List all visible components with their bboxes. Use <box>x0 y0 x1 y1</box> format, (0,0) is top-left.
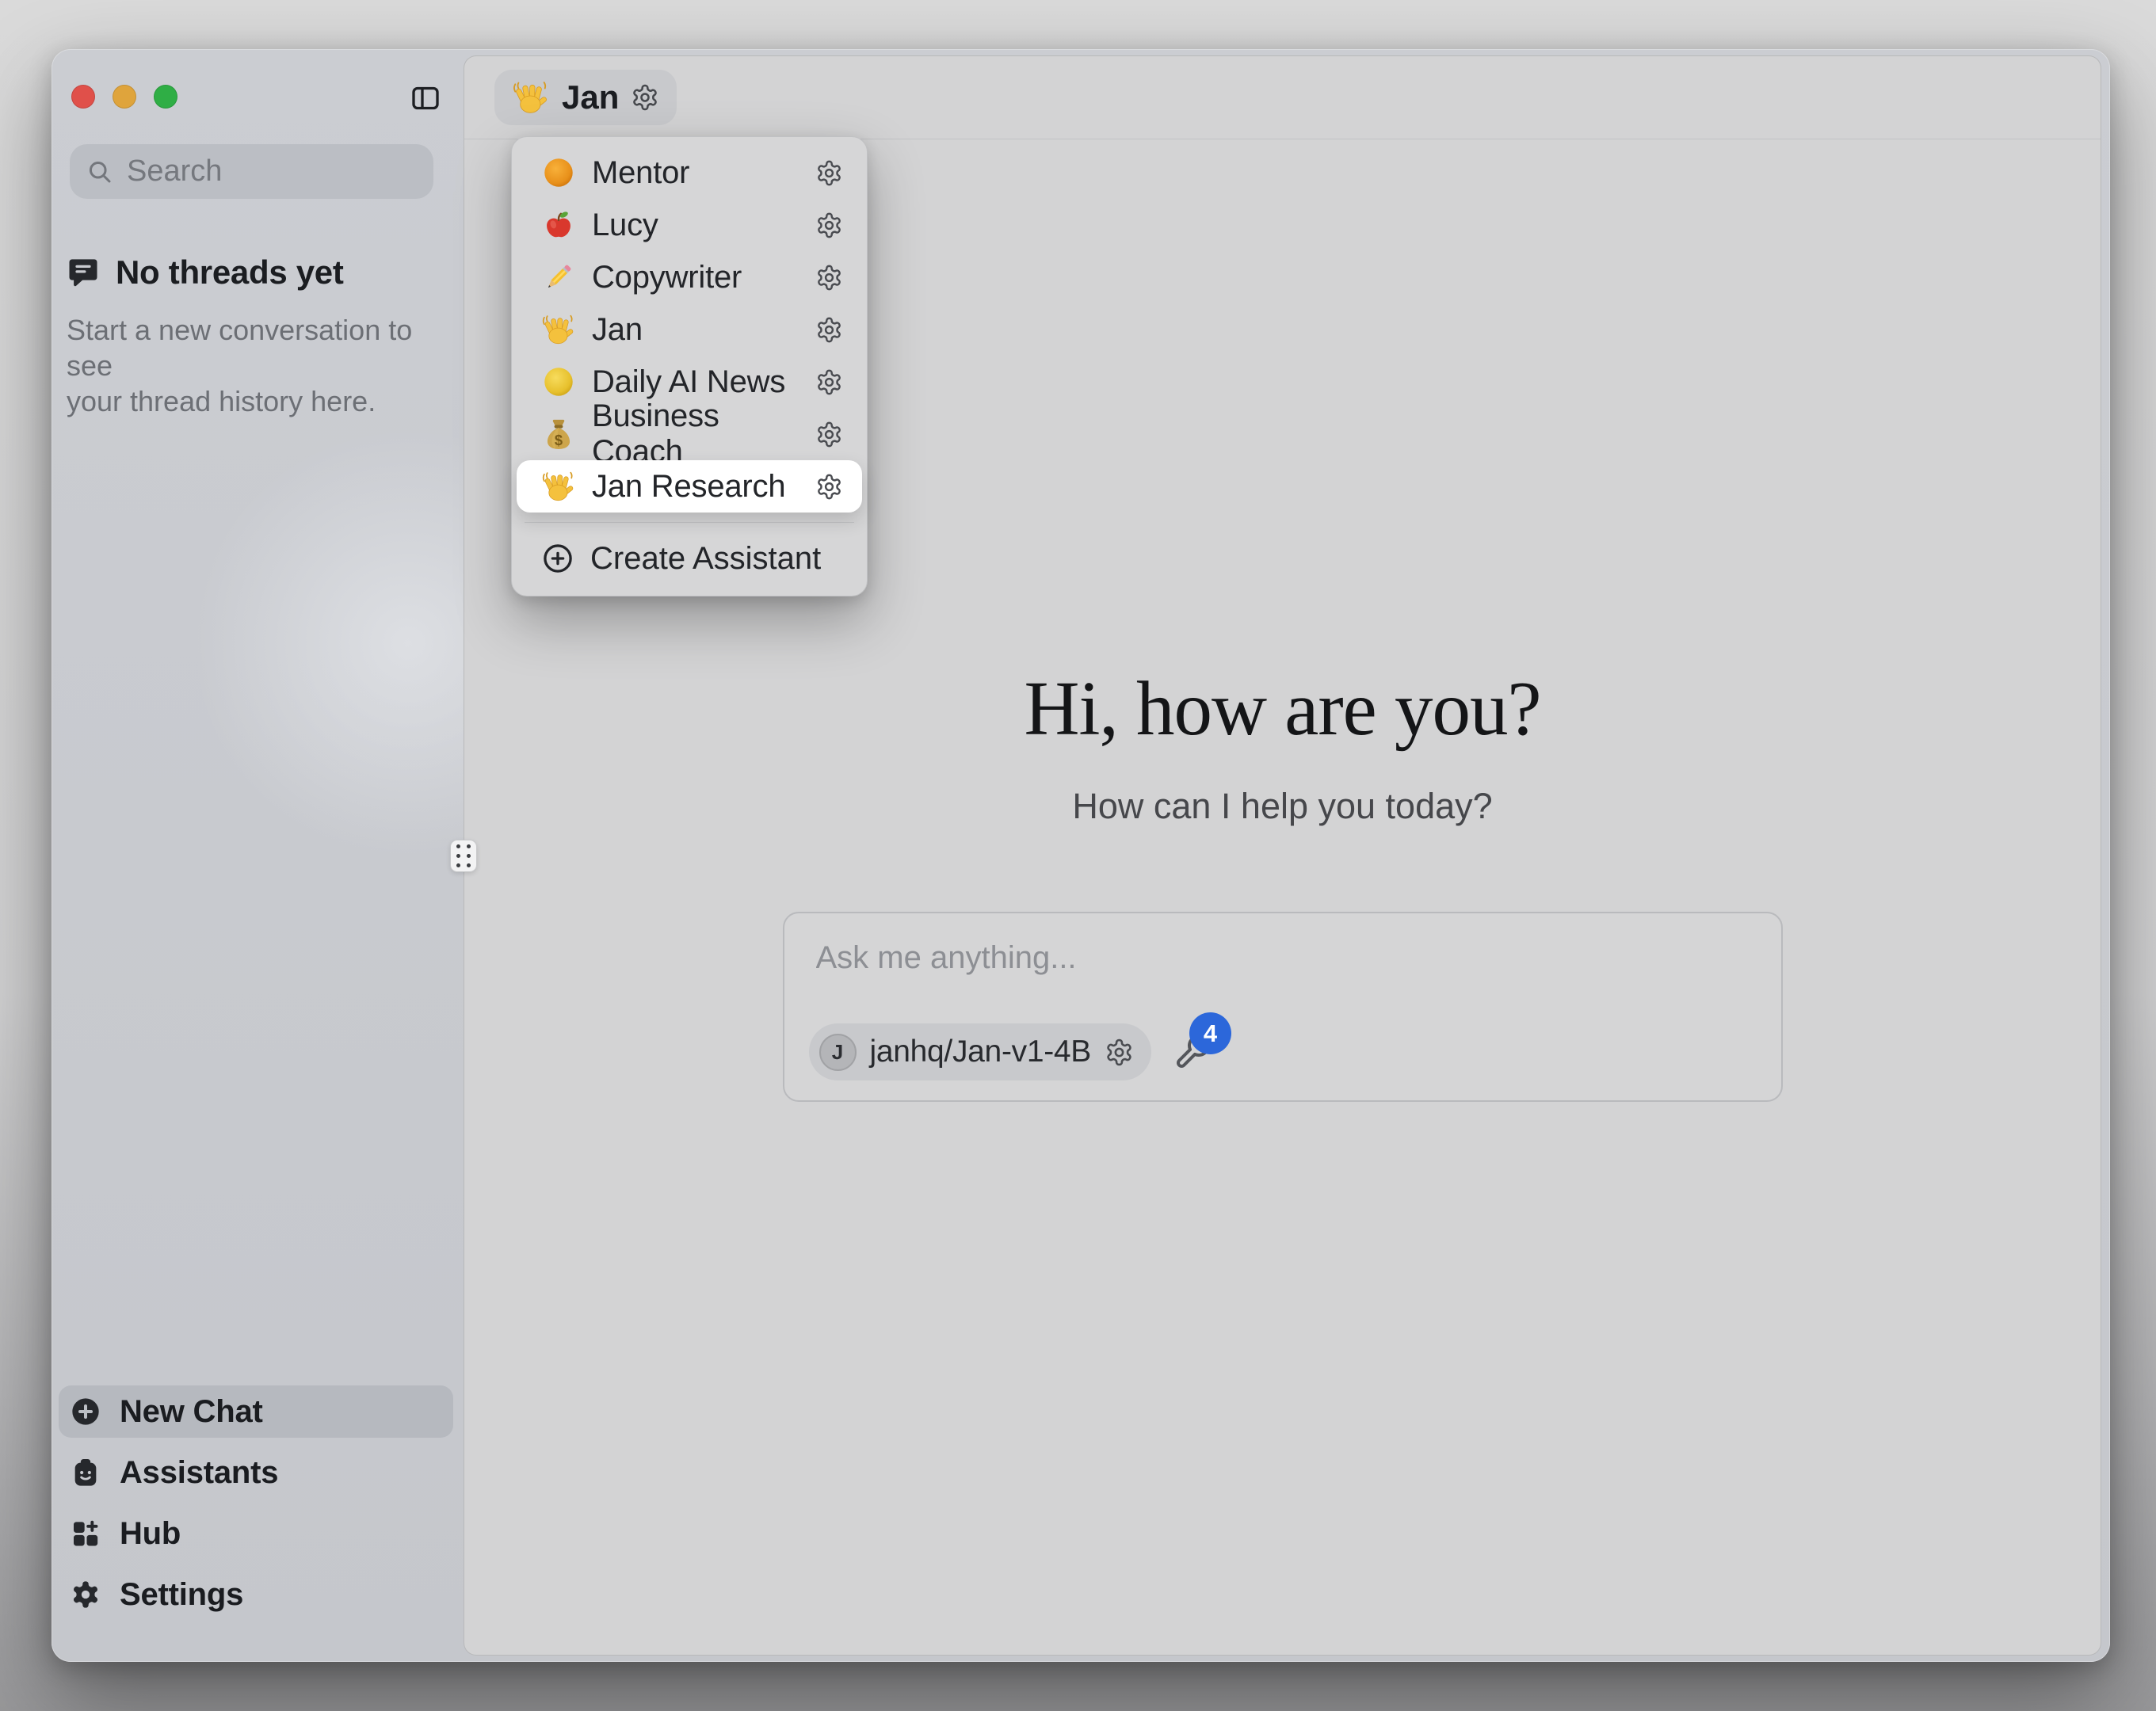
create-assistant-button[interactable]: Create Assistant <box>512 532 867 585</box>
zoom-button[interactable] <box>154 85 177 109</box>
app-window: No threads yet Start a new conversation … <box>52 49 2110 1662</box>
orange-circle-icon <box>541 155 576 190</box>
blocks-icon <box>70 1518 101 1549</box>
menu-separator <box>525 522 854 523</box>
gear-icon[interactable] <box>815 316 843 344</box>
tools-button[interactable]: 4 <box>1173 1033 1212 1071</box>
gear-icon[interactable] <box>815 473 843 501</box>
waving-hand-icon <box>541 312 576 347</box>
empty-state-title: No threads yet <box>116 253 344 292</box>
assistant-menu-label: Jan <box>592 312 799 348</box>
assistant-menu-item-copywriter[interactable]: Copywriter <box>512 251 867 303</box>
assistant-menu-label: Copywriter <box>592 260 799 295</box>
assistant-menu-label: Daily AI News <box>592 364 799 400</box>
plus-circle-icon <box>70 1396 101 1427</box>
sidebar-item-settings[interactable]: Settings <box>59 1568 453 1621</box>
gear-icon[interactable] <box>1105 1038 1134 1067</box>
assistant-menu-item-jan-research[interactable]: Jan Research <box>512 460 867 513</box>
pencil-icon <box>541 260 576 295</box>
greeting: Hi, how are you? How can I help you toda… <box>464 666 2101 827</box>
model-avatar: J <box>819 1034 857 1071</box>
gear-icon[interactable] <box>631 83 659 112</box>
tools-count-badge: 4 <box>1189 1012 1231 1054</box>
assistant-menu-label: Jan Research <box>592 469 799 505</box>
assistant-selector-label: Jan <box>562 78 619 116</box>
create-assistant-label: Create Assistant <box>590 541 821 577</box>
gear-icon[interactable] <box>815 421 843 448</box>
red-apple-icon <box>541 208 576 242</box>
greeting-subtitle: How can I help you today? <box>464 786 2101 827</box>
message-input[interactable] <box>816 939 1750 994</box>
gear-icon[interactable] <box>815 368 843 396</box>
greeting-title: Hi, how are you? <box>464 666 2101 753</box>
gear-icon[interactable] <box>815 159 843 187</box>
gear-icon[interactable] <box>815 211 843 239</box>
sidebar-resize-handle[interactable] <box>450 840 477 872</box>
window-controls <box>71 85 177 109</box>
composer[interactable]: J janhq/Jan-v1-4B 4 <box>783 912 1783 1102</box>
assistant-menu-label: Lucy <box>592 208 799 243</box>
model-selector[interactable]: J janhq/Jan-v1-4B <box>809 1023 1152 1080</box>
close-button[interactable] <box>71 85 95 109</box>
bot-icon <box>70 1457 101 1488</box>
search-input[interactable] <box>127 154 418 189</box>
sidebar-toggle-icon[interactable] <box>410 82 441 114</box>
empty-state-description-line2: your thread history here. <box>67 383 439 419</box>
sidebar-item-label: New Chat <box>120 1394 263 1430</box>
message-square-icon <box>67 256 100 289</box>
gear-icon[interactable] <box>815 264 843 292</box>
assistant-menu: Mentor Lucy Copywriter Jan Daily AI News… <box>511 136 868 596</box>
main-header: Jan <box>464 56 2101 139</box>
sidebar-item-new-chat[interactable]: New Chat <box>59 1385 453 1438</box>
assistant-menu-item-lucy[interactable]: Lucy <box>512 199 867 251</box>
money-bag-icon <box>541 417 576 452</box>
plus-circle-icon <box>541 542 574 575</box>
gear-icon <box>70 1579 101 1610</box>
assistant-selector[interactable]: Jan <box>494 70 677 125</box>
sidebar-nav: New Chat Assistants Hub Settings <box>59 1385 453 1621</box>
empty-state-description-line1: Start a new conversation to see <box>67 312 439 383</box>
waving-hand-icon <box>541 469 576 504</box>
sidebar-item-label: Settings <box>120 1577 243 1613</box>
minimize-button[interactable] <box>113 85 136 109</box>
search-input-wrapper[interactable] <box>70 144 433 199</box>
sidebar-item-hub[interactable]: Hub <box>59 1507 453 1560</box>
waving-hand-icon <box>512 78 550 116</box>
sidebar-item-label: Hub <box>120 1516 181 1552</box>
yellow-circle-icon <box>541 364 576 399</box>
threads-empty-state: No threads yet Start a new conversation … <box>67 253 439 419</box>
model-name: janhq/Jan-v1-4B <box>870 1035 1092 1069</box>
assistant-menu-label: Mentor <box>592 155 799 191</box>
assistant-menu-item-jan[interactable]: Jan <box>512 303 867 356</box>
assistant-menu-item-business-coach[interactable]: Business Coach <box>512 408 867 460</box>
sidebar-item-assistants[interactable]: Assistants <box>59 1446 453 1499</box>
sidebar-item-label: Assistants <box>120 1455 278 1491</box>
assistant-menu-item-mentor[interactable]: Mentor <box>512 147 867 199</box>
assistant-menu-label: Business Coach <box>592 398 799 470</box>
search-icon <box>86 158 114 186</box>
